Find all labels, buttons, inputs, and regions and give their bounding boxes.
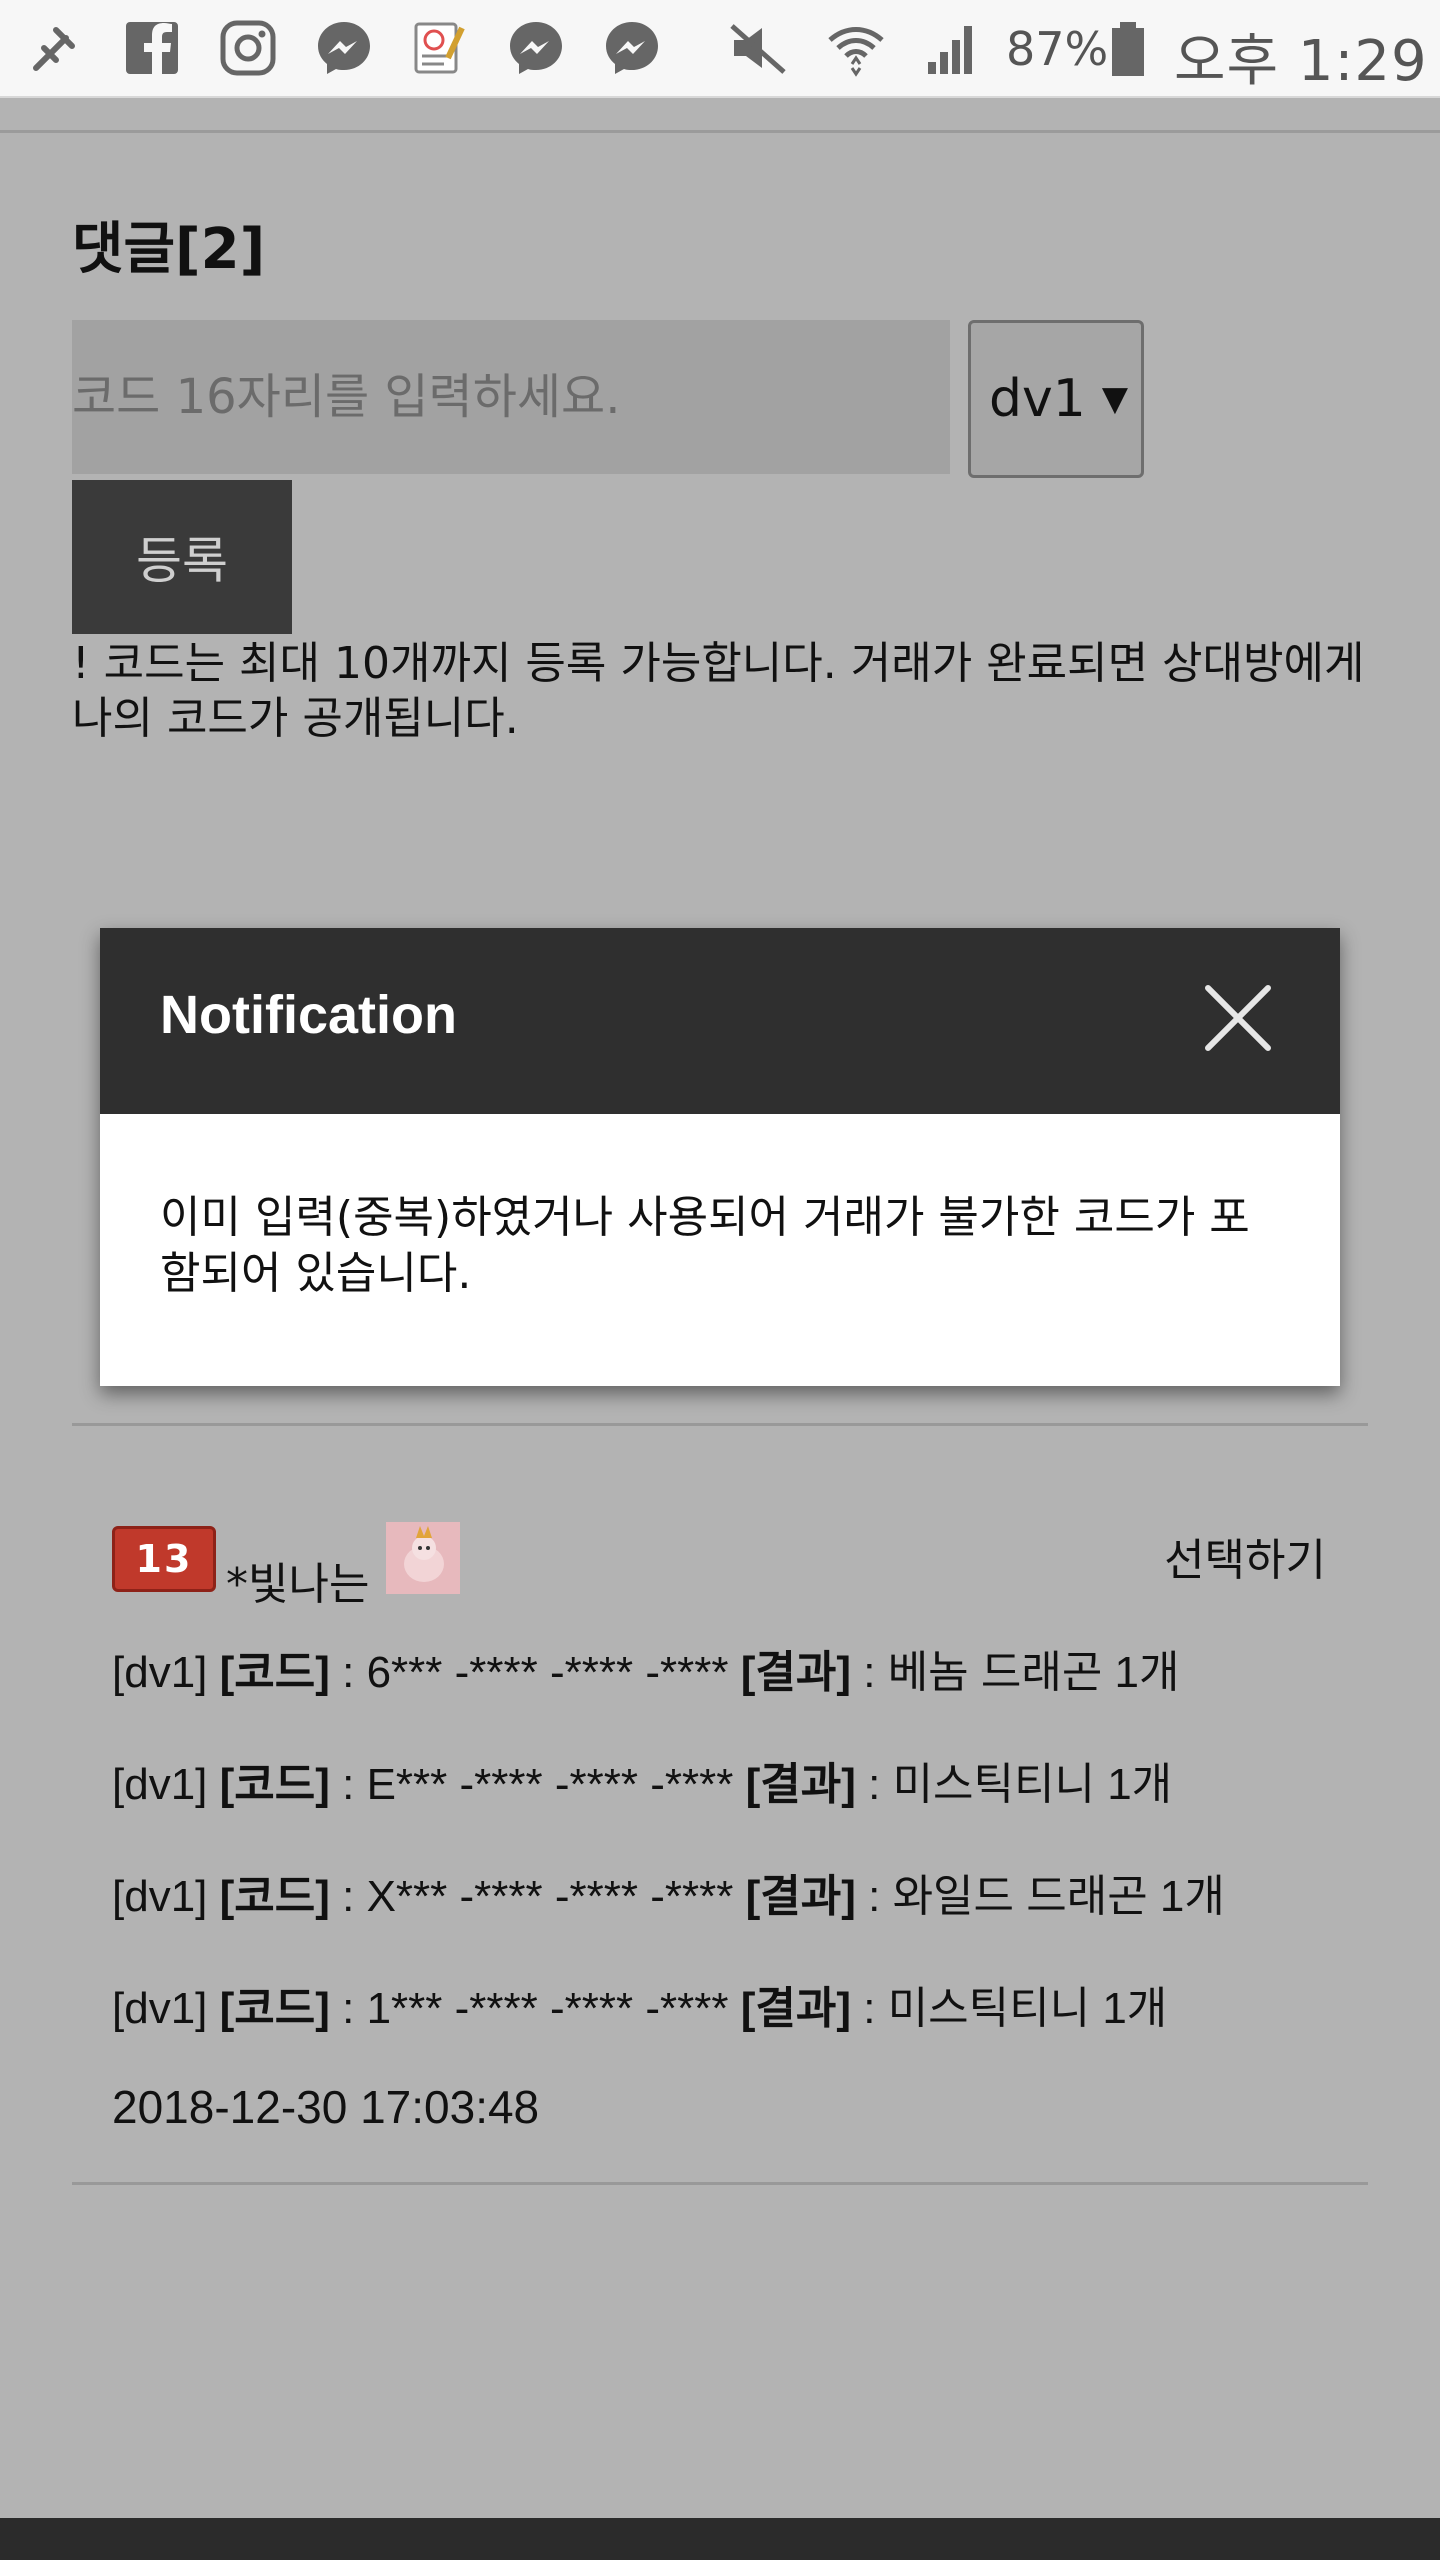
result-value: : 와일드 드래곤 1개: [855, 1872, 1225, 1921]
battery-icon: [1094, 14, 1162, 82]
signal-icon: [918, 14, 986, 82]
server-tag: [dv1]: [112, 1648, 208, 1697]
facebook-icon: [118, 14, 186, 82]
wifi-icon: [822, 14, 890, 82]
mute-icon: [724, 14, 792, 82]
messenger-icon: [598, 14, 666, 82]
clock: 오후 1:29: [1174, 29, 1428, 94]
code-label: [코드]: [219, 1760, 330, 1809]
trade-row: [dv1] [코드] : 6*** -**** -**** -**** [결과]…: [112, 1636, 1180, 1700]
messenger-icon: [502, 14, 570, 82]
masked-code: : 1*** -**** -**** -****: [329, 1984, 729, 2033]
comment-timestamp: 2018-12-30 17:03:48: [112, 2081, 540, 2133]
avatar: [386, 1522, 460, 1594]
server-tag: [dv1]: [112, 1872, 208, 1921]
result-label: [결과]: [745, 1760, 856, 1809]
modal-title: Notification: [160, 985, 457, 1045]
modal-header: Notification: [100, 928, 1340, 1114]
select-link[interactable]: 선택하기: [1164, 1524, 1326, 1588]
server-select[interactable]: dv1 ▼: [968, 320, 1144, 478]
server-select-value: dv1: [989, 369, 1086, 429]
divider: [72, 2182, 1368, 2185]
result-label: [결과]: [740, 1648, 852, 1697]
username: *빛나는: [226, 1559, 370, 1610]
trade-row: [dv1] [코드] : 1*** -**** -**** -**** [결과]…: [112, 1972, 1167, 2036]
masked-code: : E*** -**** -**** -****: [329, 1760, 734, 1809]
messenger-icon: [310, 14, 378, 82]
instagram-icon: [214, 14, 282, 82]
result-value: : 미스틱티니 1개: [855, 1760, 1173, 1809]
close-icon[interactable]: [1198, 978, 1278, 1058]
level-badge: 13: [112, 1526, 216, 1592]
trade-row: [dv1] [코드] : X*** -**** -**** -**** [결과]…: [112, 1860, 1225, 1924]
status-bar: 87% 오후 1:29: [0, 0, 1440, 98]
battery-percent: 87%: [1006, 22, 1109, 76]
dropdown-arrow-icon: ▼: [1101, 379, 1129, 419]
comments-title: 댓글[2]: [72, 217, 266, 282]
server-tag: [dv1]: [112, 1984, 208, 2033]
server-tag: [dv1]: [112, 1760, 208, 1809]
result-value: : 베놈 드래곤 1개: [851, 1648, 1180, 1697]
masked-code: : 6*** -**** -**** -****: [329, 1648, 729, 1697]
code-label: [코드]: [219, 1984, 330, 2033]
notice-text: ! 코드는 최대 10개까지 등록 가능합니다. 거래가 완료되면 상대방에게 …: [72, 638, 1365, 744]
code-label: [코드]: [219, 1648, 330, 1697]
bottom-bar: [0, 2518, 1440, 2560]
result-value: : 미스틱티니 1개: [851, 1984, 1168, 2033]
result-label: [결과]: [740, 1984, 852, 2033]
header-divider: [0, 130, 1440, 133]
code-input[interactable]: [72, 320, 950, 474]
code-label: [코드]: [219, 1872, 330, 1921]
notes-app-icon: [406, 14, 474, 82]
register-button[interactable]: 등록: [72, 480, 292, 634]
masked-code: : X*** -**** -**** -****: [329, 1872, 734, 1921]
comment-item: 13 *빛나는 선택하기 [dv1] [코드] : 6*** -**** -**…: [72, 1426, 1368, 2182]
usb-debug-icon: [22, 14, 90, 82]
modal-message: 이미 입력(중복)하였거나 사용되어 거래가 불가한 코드가 포함되어 있습니다…: [160, 1192, 1250, 1299]
notification-modal: Notification 이미 입력(중복)하였거나 사용되어 거래가 불가한 …: [100, 928, 1340, 1386]
trade-row: [dv1] [코드] : E*** -**** -**** -**** [결과]…: [112, 1748, 1172, 1812]
result-label: [결과]: [745, 1872, 856, 1921]
